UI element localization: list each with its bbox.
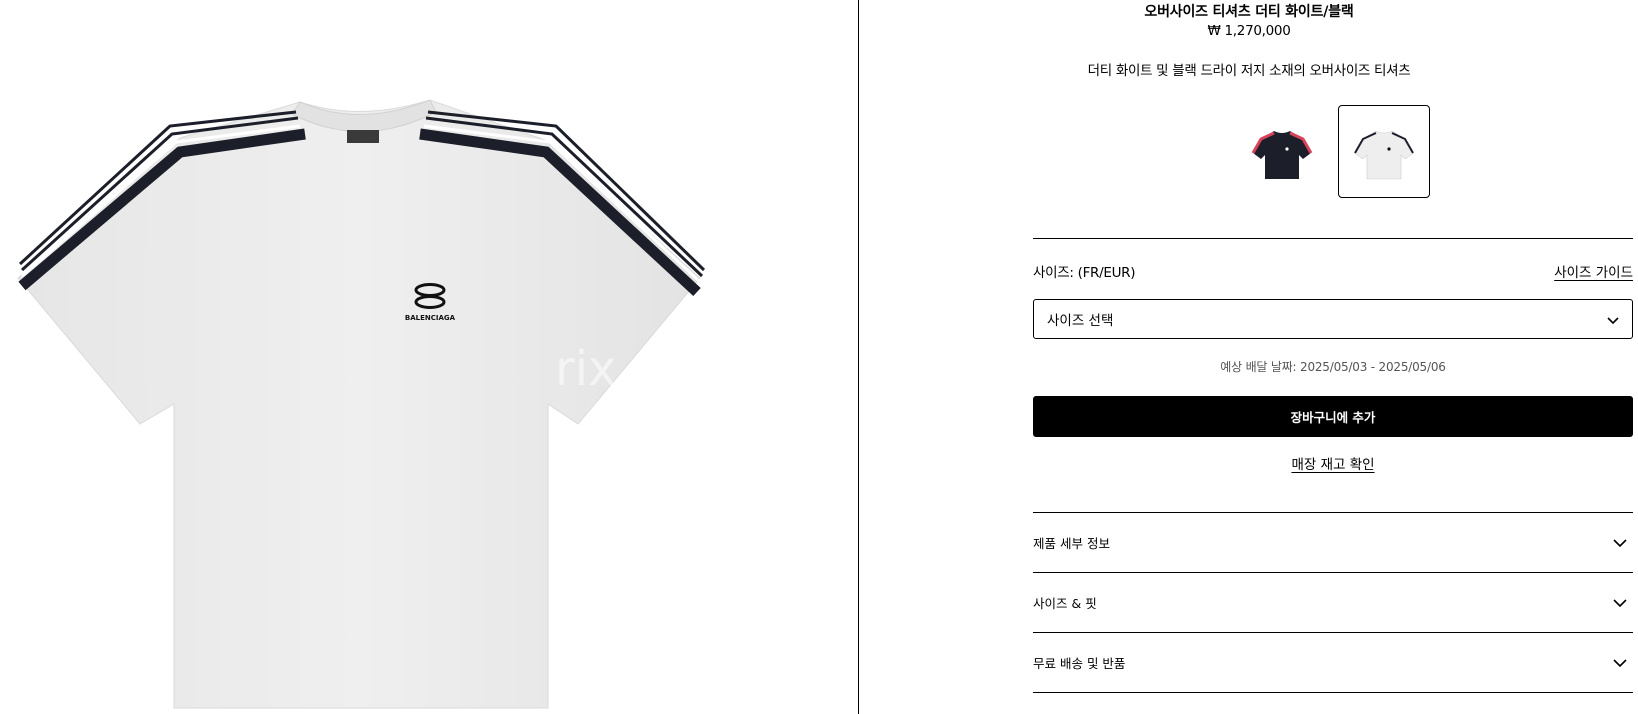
product-price: ₩ 1,270,000 [1207, 23, 1291, 39]
product-info-panel: 오버사이즈 티셔츠 더티 화이트/블랙 ₩ 1,270,000 더티 화이트 및… [860, 0, 1638, 714]
chevron-down-icon [1613, 659, 1627, 668]
tshirt-white-thumbnail [1354, 130, 1414, 179]
size-label: 사이즈: (FR/EUR) [1033, 265, 1136, 281]
size-select[interactable]: 사이즈 선택 [1033, 299, 1633, 339]
chevron-down-icon [1613, 539, 1627, 548]
tshirt-black-thumbnail [1251, 130, 1313, 179]
accordion-label: 사이즈 & 핏 [1033, 596, 1097, 611]
accordion-product-details[interactable]: 제품 세부 정보 [1033, 512, 1633, 572]
color-swatch-white-selected[interactable] [1338, 105, 1430, 198]
store-stock-link[interactable]: 매장 재고 확인 [1033, 453, 1633, 473]
watermark-text: rix [555, 341, 616, 397]
chevron-down-icon [1613, 599, 1627, 608]
tshirt-image: BALENCIAGA rix [17, 99, 706, 709]
brand-print: BALENCIAGA [405, 314, 456, 322]
accordion-size-fit[interactable]: 사이즈 & 핏 [1033, 572, 1633, 632]
product-description: 더티 화이트 및 블랙 드라이 저지 소재의 오버사이즈 티셔츠 [1087, 63, 1411, 79]
size-select-value: 사이즈 선택 [1047, 313, 1114, 329]
accordion-label: 무료 배송 및 반품 [1033, 656, 1126, 671]
accordion-shipping-returns[interactable]: 무료 배송 및 반품 [1033, 632, 1633, 692]
accordion-label: 제품 세부 정보 [1033, 536, 1110, 551]
product-image-gallery[interactable]: BALENCIAGA rix [0, 0, 859, 714]
product-title: 오버사이즈 티셔츠 더티 화이트/블랙 [1144, 4, 1354, 20]
add-to-cart-button[interactable]: 장바구니에 추가 [1033, 396, 1633, 437]
chevron-down-icon [1607, 317, 1619, 325]
delivery-estimate: 예상 배달 날짜: 2025/05/03 - 2025/05/06 [1220, 360, 1446, 374]
color-swatch-black[interactable] [1236, 105, 1328, 198]
size-guide-link[interactable]: 사이즈 가이드 [1554, 261, 1633, 281]
divider [1033, 238, 1633, 239]
divider [1033, 692, 1633, 693]
